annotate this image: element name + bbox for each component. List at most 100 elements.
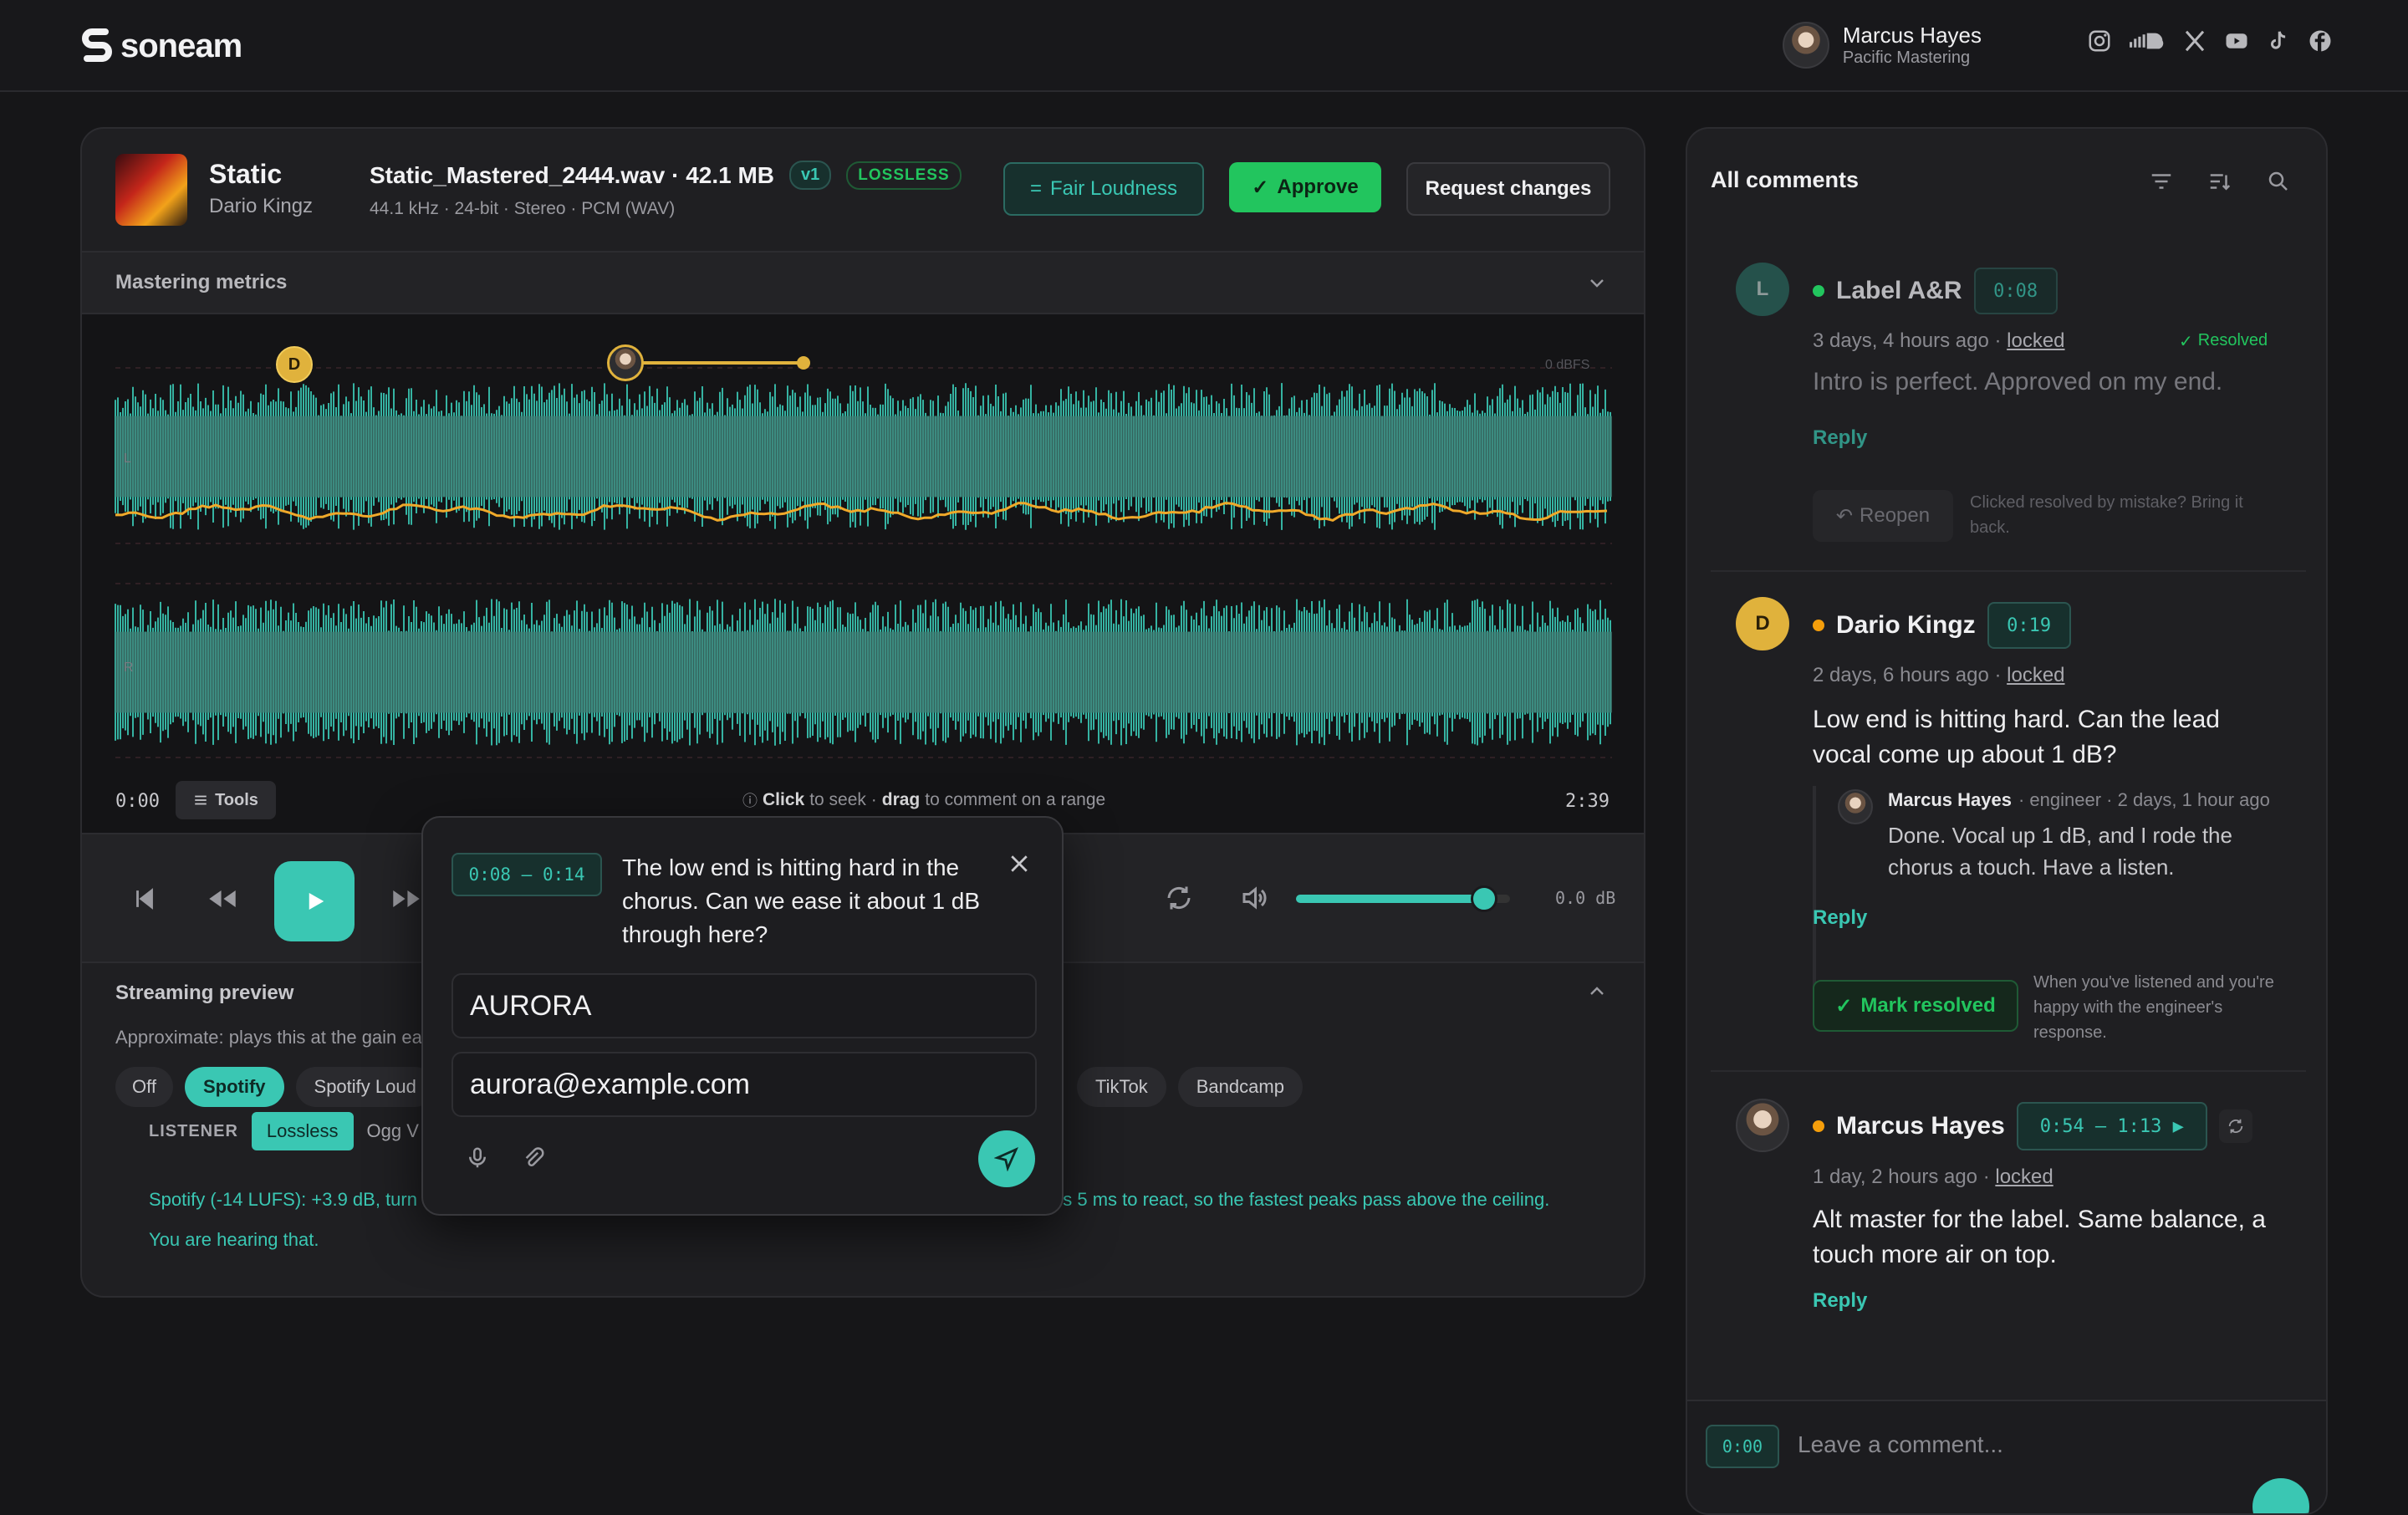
platform-off[interactable]: Off — [115, 1067, 173, 1107]
listener-row: LISTENER Lossless Ogg V — [149, 1112, 419, 1150]
chevron-up-icon[interactable] — [1587, 982, 1607, 1002]
timestamp-range-tag[interactable]: 0:54 — 1:13 ▶ — [2016, 1102, 2207, 1150]
fair-loudness-button[interactable]: = Fair Loudness — [1003, 162, 1204, 216]
comment-meta: 1 day, 2 hours ago · locked — [1813, 1166, 2053, 1188]
comment-marker-dario[interactable]: D — [276, 346, 313, 383]
range-marker-end — [797, 356, 810, 370]
loop-icon — [2228, 1119, 2243, 1134]
play-button[interactable] — [274, 861, 355, 941]
skip-start-icon[interactable] — [130, 885, 159, 913]
logo-icon — [82, 28, 112, 62]
waveform-area[interactable]: 0 dBFS L R D 0:00 Tools ⓘ Click to seek ·… — [82, 314, 1645, 833]
email-field[interactable]: aurora@example.com — [452, 1052, 1037, 1117]
track-title: Static — [209, 159, 283, 189]
comment-body: Alt master for the label. Same balance, … — [1813, 1206, 2266, 1268]
status-dot — [1813, 620, 1824, 631]
status-dot — [1813, 285, 1824, 297]
avatar: D — [1736, 597, 1789, 650]
mark-resolved-hint: When you've listened and you're happy wi… — [2033, 973, 2274, 1042]
paperclip-icon[interactable] — [520, 1145, 545, 1171]
timestamp-tag[interactable]: 0:08 — [1973, 268, 2058, 314]
replay-button[interactable] — [2218, 1109, 2252, 1143]
instagram-icon[interactable] — [2087, 28, 2112, 54]
listener-lossless[interactable]: Lossless — [251, 1112, 354, 1150]
format-badge: LOSSLESS — [846, 161, 962, 190]
request-changes-button[interactable]: Request changes — [1406, 162, 1610, 216]
fast-forward-icon[interactable] — [390, 883, 423, 915]
avatar: L — [1736, 263, 1789, 316]
volume-slider[interactable] — [1296, 885, 1510, 912]
reply-header: Marcus Hayes · engineer · 2 days, 1 hour … — [1888, 789, 2270, 810]
comments-title: All comments — [1711, 167, 1860, 192]
close-icon[interactable] — [1007, 851, 1032, 876]
file-specs: 44.1 kHz · 24-bit · Stereo · PCM (WAV) — [370, 199, 676, 218]
social-links — [2087, 28, 2333, 54]
check-icon: ✓ — [2179, 333, 2193, 351]
status-dot — [1813, 1120, 1824, 1132]
comment-meta: 2 days, 6 hours ago · locked — [1813, 664, 2065, 686]
composer-send-button[interactable] — [2252, 1478, 2309, 1513]
popover-quote: The low end is hitting hard in the choru… — [622, 854, 981, 947]
waveform-body — [115, 631, 1612, 713]
timestamp-tag[interactable]: 0:19 — [1987, 602, 2071, 649]
comment-header: Marcus Hayes 0:54 — 1:13 ▶ — [1813, 1102, 2252, 1150]
undo-icon: ↶ — [1835, 504, 1854, 528]
tools-button[interactable]: Tools — [176, 781, 276, 819]
user-menu[interactable]: Marcus Hayes Pacific Mastering — [1782, 22, 1982, 69]
approve-button[interactable]: ✓ Approve — [1229, 162, 1381, 212]
sort-icon[interactable] — [2207, 169, 2232, 194]
waveform-left-channel — [115, 383, 1612, 530]
send-button[interactable] — [978, 1130, 1035, 1187]
volume-icon[interactable] — [1239, 883, 1269, 913]
reply-link[interactable]: Reply — [1813, 426, 1867, 450]
file-name: Static_Mastered_2444.wav · 42.1 MB — [370, 161, 775, 188]
waveform-svg[interactable] — [82, 314, 1645, 833]
listener-ogg[interactable]: Ogg V — [367, 1120, 419, 1142]
platform-spotify[interactable]: Spotify — [184, 1067, 284, 1107]
brand-logo[interactable]: soneam — [80, 25, 242, 67]
name-field[interactable]: AURORA — [452, 973, 1037, 1038]
loop-icon[interactable] — [1164, 883, 1194, 913]
version-badge[interactable]: v1 — [789, 161, 832, 190]
streaming-title: Streaming preview — [115, 982, 294, 1004]
tiktok-icon[interactable] — [2266, 28, 2291, 54]
mark-resolved-button[interactable]: ✓ Mark resolved — [1813, 980, 2018, 1032]
streaming-note-right: kes 5 ms to react, so the fastest peaks … — [1043, 1189, 1550, 1210]
facebook-icon[interactable] — [2308, 28, 2333, 54]
user-name: Marcus Hayes — [1842, 23, 1982, 48]
comment-header: Label A&R 0:08 — [1813, 268, 2058, 314]
divider — [1711, 1070, 2306, 1072]
sliders-icon — [195, 795, 207, 805]
resolved-badge: ✓ Resolved — [2179, 331, 2268, 351]
platform-bandcamp[interactable]: Bandcamp — [1177, 1067, 1303, 1107]
top-bar: soneam Marcus Hayes Pacific Mastering — [0, 0, 2408, 92]
platform-tiktok[interactable]: TikTok — [1077, 1067, 1166, 1107]
reply-link[interactable]: Reply — [1813, 906, 1867, 930]
soundcloud-icon[interactable] — [2129, 28, 2166, 54]
comment-marker-marcus[interactable] — [607, 344, 644, 381]
channel-left-label: L — [124, 451, 131, 466]
comments-panel: All comments L Label A&R 0:08 3 days, 4 … — [1686, 127, 2328, 1515]
composer-timestamp[interactable]: 0:00 — [1706, 1425, 1779, 1468]
info-icon: ⓘ — [742, 793, 758, 809]
streaming-note-line2: You are hearing that. — [149, 1229, 319, 1250]
microphone-icon[interactable] — [465, 1145, 490, 1171]
search-icon[interactable] — [2266, 169, 2291, 194]
album-cover — [115, 154, 187, 226]
volume-fill — [1296, 895, 1485, 903]
x-icon[interactable] — [2182, 28, 2207, 54]
range-tag[interactable]: 0:08 — 0:14 — [452, 853, 602, 896]
volume-knob[interactable] — [1471, 885, 1498, 912]
reopen-button[interactable]: ↶ Reopen — [1813, 490, 1953, 542]
reply-link[interactable]: Reply — [1813, 1289, 1867, 1313]
comment-body: Intro is perfect. Approved on my end. — [1813, 368, 2223, 395]
mastering-metrics-toggle[interactable]: Mastering metrics — [82, 251, 1644, 314]
filter-icon[interactable] — [2149, 169, 2174, 194]
youtube-icon[interactable] — [2224, 28, 2249, 54]
comment-meta: 3 days, 4 hours ago · locked — [1813, 329, 2065, 352]
rewind-icon[interactable] — [206, 883, 239, 915]
comment-body: Low end is hitting hard. Can the lead vo… — [1813, 706, 2220, 768]
platform-spotify-loud[interactable]: Spotify Loud — [295, 1067, 435, 1107]
composer-input[interactable]: Leave a comment... — [1798, 1431, 2003, 1458]
time-start: 0:00 — [115, 791, 160, 812]
